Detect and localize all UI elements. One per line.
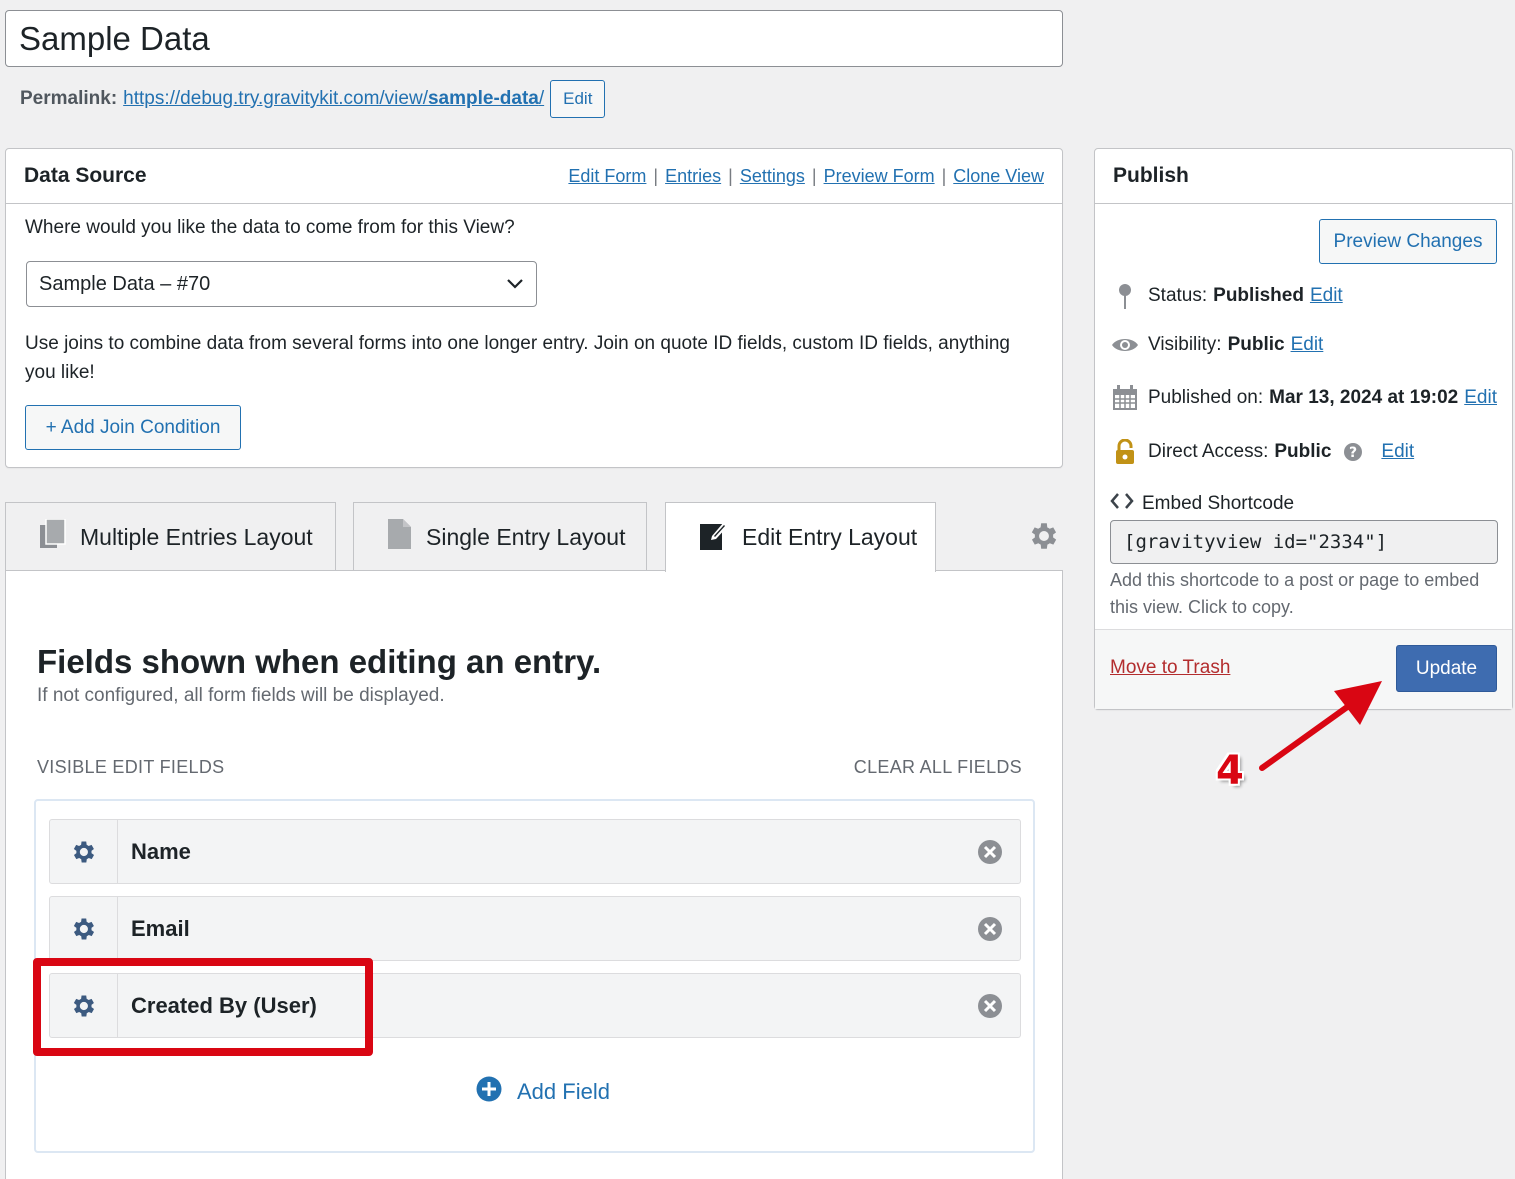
eye-icon: [1110, 335, 1140, 355]
edit-entry-layout-panel: Fields shown when editing an entry. If n…: [5, 570, 1063, 1179]
data-source-links: Edit Form | Entries | Settings | Preview…: [568, 165, 1044, 187]
direct-access-edit-link[interactable]: Edit: [1381, 441, 1414, 463]
permalink-link[interactable]: https://debug.try.gravitykit.com/view/sa…: [123, 88, 544, 110]
layout-settings-gear-icon[interactable]: [1027, 519, 1061, 558]
annotation-arrow: [1259, 681, 1382, 771]
fields-heading: Fields shown when editing an entry.: [37, 643, 602, 680]
status-edit-link[interactable]: Edit: [1310, 285, 1343, 307]
published-on-row: Published on: Mar 13, 2024 at 19:02 Edit: [1110, 385, 1497, 411]
remove-field-icon[interactable]: [960, 916, 1020, 942]
copy-icon: [40, 518, 66, 555]
fields-subheading: If not configured, all form fields will …: [37, 685, 445, 706]
visibility-row: Visibility: Public Edit: [1110, 334, 1323, 356]
chevron-down-icon: [506, 273, 524, 296]
document-icon: [388, 519, 412, 555]
annotation-step-number: 4: [1216, 748, 1244, 794]
code-icon: [1110, 492, 1134, 516]
publish-title: Publish: [1095, 149, 1512, 204]
move-to-trash-link[interactable]: Move to Trash: [1110, 657, 1230, 679]
join-description: Use joins to combine data from several f…: [25, 333, 1010, 383]
entries-link[interactable]: Entries: [665, 166, 721, 187]
embed-note: Add this shortcode to a post or page to …: [1110, 570, 1480, 617]
pin-icon: [1110, 283, 1140, 309]
permalink-row: Permalink: https://debug.try.gravitykit.…: [20, 80, 606, 118]
embed-shortcode-label: Embed Shortcode: [1110, 492, 1294, 516]
help-icon[interactable]: ?: [1343, 442, 1363, 462]
plus-circle-icon: [476, 1076, 502, 1108]
direct-access-row: Direct Access: Public ? Edit: [1110, 439, 1414, 465]
clear-all-fields-button[interactable]: CLEAR ALL FIELDS: [854, 757, 1022, 778]
published-on-edit-link[interactable]: Edit: [1464, 387, 1497, 409]
remove-field-icon[interactable]: [960, 993, 1020, 1019]
clone-view-link[interactable]: Clone View: [953, 166, 1044, 187]
tab-edit-entry[interactable]: Edit Entry Layout: [665, 502, 936, 572]
field-label-name: Name: [131, 838, 191, 864]
data-source-panel: Data Source Edit Form | Entries | Settin…: [5, 148, 1063, 468]
preview-form-link[interactable]: Preview Form: [824, 166, 935, 187]
form-select[interactable]: Sample Data – #70: [26, 261, 537, 307]
field-row[interactable]: Email: [49, 896, 1021, 961]
permalink-label: Permalink:: [20, 88, 118, 109]
add-field-button[interactable]: Add Field: [476, 1076, 610, 1108]
add-join-condition-button[interactable]: + Add Join Condition: [25, 405, 241, 450]
data-source-question: Where would you like the data to come fr…: [25, 217, 515, 238]
tab-multiple-entries[interactable]: Multiple Entries Layout: [5, 502, 336, 571]
edit-form-link[interactable]: Edit Form: [568, 166, 646, 187]
form-select-value: Sample Data – #70: [39, 272, 211, 295]
edit-icon: [700, 520, 728, 556]
highlight-annotation-box: [33, 958, 373, 1056]
post-title-input[interactable]: Sample Data: [5, 10, 1063, 67]
remove-field-icon[interactable]: [960, 839, 1020, 865]
field-settings-gear-icon[interactable]: [50, 897, 118, 960]
preview-changes-button[interactable]: Preview Changes: [1319, 219, 1497, 264]
data-source-title: Data Source: [24, 164, 147, 187]
tab-single-entry[interactable]: Single Entry Layout: [353, 502, 647, 571]
permalink-edit-button[interactable]: Edit: [550, 80, 606, 118]
settings-link[interactable]: Settings: [740, 166, 805, 187]
lock-icon: [1110, 439, 1140, 465]
status-row: Status: Published Edit: [1110, 283, 1343, 309]
field-label-email: Email: [131, 915, 190, 941]
calendar-icon: [1110, 385, 1140, 411]
publish-panel: Publish Preview Changes Status: Publishe…: [1094, 148, 1513, 710]
field-settings-gear-icon[interactable]: [50, 820, 118, 883]
update-button[interactable]: Update: [1396, 645, 1497, 692]
field-row[interactable]: Name: [49, 819, 1021, 884]
svg-text:?: ?: [1349, 445, 1357, 461]
visible-edit-fields-label: VISIBLE EDIT FIELDS: [37, 757, 225, 777]
shortcode-input[interactable]: [gravityview id="2334"]: [1110, 520, 1498, 564]
visibility-edit-link[interactable]: Edit: [1291, 334, 1324, 356]
